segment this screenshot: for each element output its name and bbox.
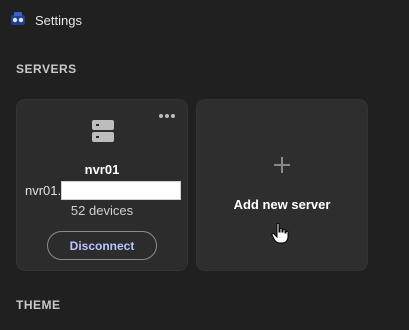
add-server-card[interactable]: Add new server <box>196 99 368 271</box>
device-count: 52 devices <box>70 203 134 218</box>
theme-heading: THEME <box>16 298 61 312</box>
hand-pointer-icon <box>271 222 289 244</box>
servers-heading: SERVERS <box>16 62 77 76</box>
app-logo-icon <box>11 12 25 25</box>
add-server-label: Add new server <box>233 197 331 212</box>
plus-icon <box>274 157 290 173</box>
title-bar: Settings <box>0 0 409 40</box>
disconnect-button[interactable]: Disconnect <box>47 231 157 260</box>
server-icon <box>92 120 114 142</box>
redacted-hostname <box>61 181 182 200</box>
server-card: nvr01 nvr01. 52 devices Disconnect <box>16 99 188 271</box>
server-host-prefix: nvr01. <box>25 183 62 198</box>
more-options-icon[interactable] <box>159 112 175 120</box>
server-host: nvr01. <box>25 181 182 200</box>
window-title: Settings <box>35 13 82 28</box>
server-name: nvr01 <box>84 162 120 177</box>
